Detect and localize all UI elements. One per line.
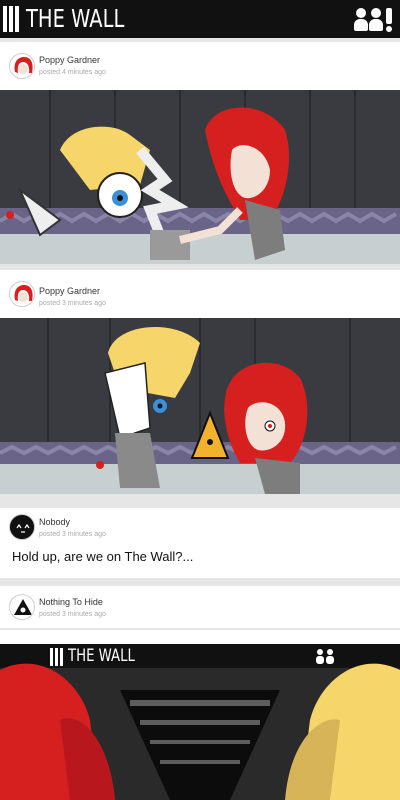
post-header: Poppy Gardner posted 3 minutes ago [0, 270, 400, 318]
post-text: Hold up, are we on The Wall?... [12, 549, 194, 564]
red-hair-avatar[interactable] [9, 53, 35, 79]
post-author[interactable]: Nothing To Hide [39, 597, 103, 607]
red-hair-avatar[interactable] [9, 281, 35, 307]
post-author[interactable]: Nobody [39, 517, 70, 527]
comic-panel-image [0, 90, 400, 264]
post-timestamp: posted 3 minutes ago [39, 611, 106, 618]
app-header: THE WALL [0, 0, 400, 38]
comic-panel-image: THE WALL [0, 630, 400, 800]
post-timestamp: posted 3 minutes ago [39, 531, 106, 538]
header-actions [354, 8, 394, 32]
app-title: THE WALL [26, 4, 125, 33]
comic-panel-image [0, 318, 400, 494]
notification-icon[interactable] [384, 8, 394, 32]
post-timestamp: posted 4 minutes ago [39, 69, 106, 76]
post-timestamp: posted 3 minutes ago [39, 300, 106, 307]
post-author[interactable]: Poppy Gardner [39, 55, 100, 65]
post-header: Nothing To Hide posted 3 minutes ago [0, 586, 400, 628]
inner-app-title: THE WALL [68, 646, 135, 666]
friends-icon[interactable] [369, 8, 383, 32]
logo-icon [3, 6, 23, 32]
nobody-face-avatar[interactable] [9, 514, 35, 540]
post-author[interactable]: Poppy Gardner [39, 286, 100, 296]
eye-avatar[interactable] [9, 594, 35, 620]
user-icon[interactable] [354, 8, 368, 32]
post-card: Nobody posted 3 minutes ago Hold up, are… [0, 508, 400, 578]
post-header: Poppy Gardner posted 4 minutes ago [0, 42, 400, 90]
